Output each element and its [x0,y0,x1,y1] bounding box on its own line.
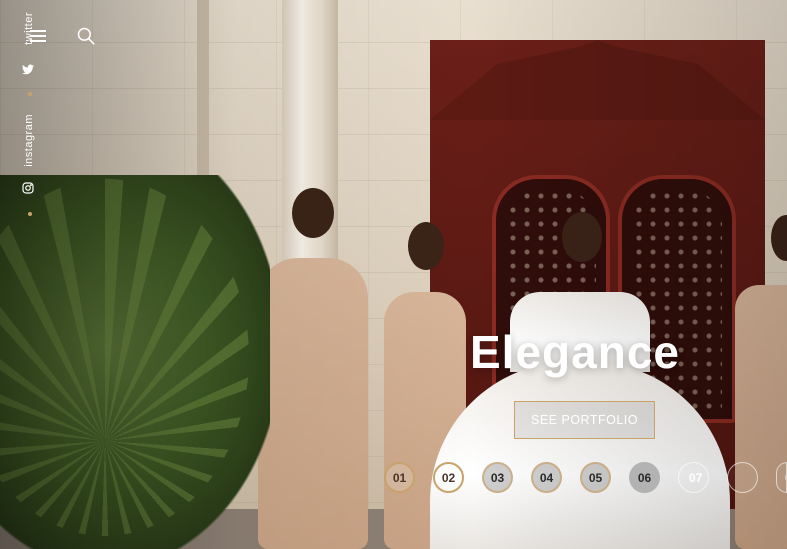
see-portfolio-button[interactable]: SEE PORTFOLIO [514,401,655,439]
instagram-icon[interactable] [22,182,34,196]
page-dot-04[interactable]: 04 [531,462,562,493]
page-dot-05[interactable]: 05 [580,462,611,493]
separator-dot [28,212,32,216]
twitter-bird-icon[interactable] [22,64,34,77]
social-link-instagram[interactable]: instagram [23,114,35,167]
page-dot-09[interactable]: 09 [776,462,787,493]
hero-headline: Elegance [470,326,680,378]
page-dot-08[interactable]: 08 [727,462,758,493]
hamburger-menu-icon[interactable] [30,30,48,44]
search-icon[interactable] [76,26,96,46]
page-dot-02[interactable]: 02 [433,462,464,493]
slide-pager: 01 02 03 04 05 06 07 08 09 [0,462,787,496]
page-dot-07[interactable]: 07 [678,462,709,493]
page-dot-01[interactable]: 01 [384,462,415,493]
page-dot-03[interactable]: 03 [482,462,513,493]
page-dot-07-label: 07 [689,471,703,485]
separator-dot [28,92,32,96]
page-dot-06[interactable]: 06 [629,462,660,493]
